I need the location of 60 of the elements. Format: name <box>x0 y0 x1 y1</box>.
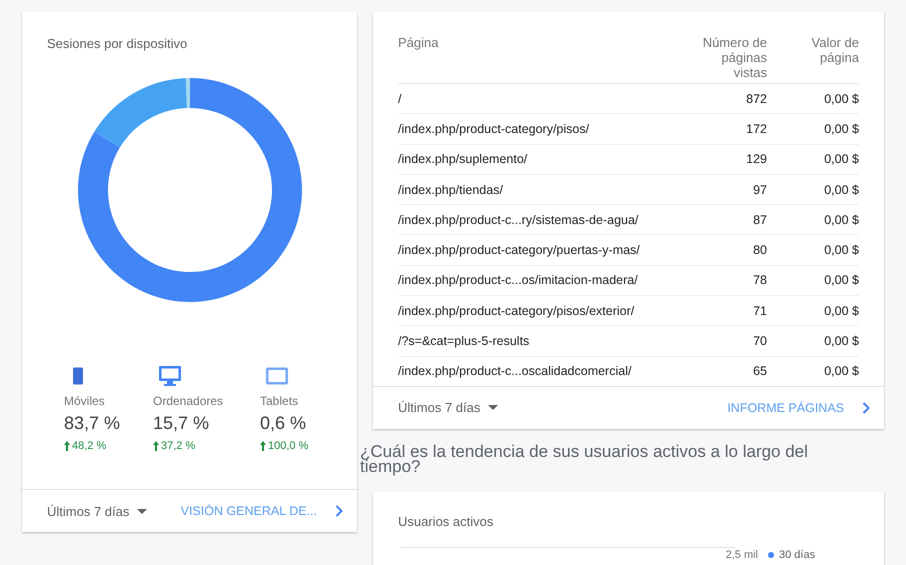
table-cell: /index.php/product-category/puertas-y-mas/ <box>398 234 675 266</box>
section-heading: ¿Cuál es la tendencia de sus usuarios activos a lo largo del tiempo? <box>360 440 809 478</box>
table-cell: 0,00 $ <box>767 114 859 144</box>
chevron-right-icon <box>862 402 870 414</box>
table-cell: 172 <box>675 114 767 144</box>
column-header: Número de páginas vistas <box>675 30 767 84</box>
phone-icon <box>70 366 86 386</box>
table-cell: 0,00 $ <box>767 84 859 114</box>
up-arrow-icon <box>64 441 70 451</box>
monitor-icon <box>159 366 181 386</box>
table-cell: /index.php/product-c...os/imitacion-madera/ <box>398 265 675 296</box>
table-cell: 78 <box>675 265 767 296</box>
column-header: Página <box>398 30 675 84</box>
table-cell: 0,00 $ <box>767 356 859 386</box>
device-label: Ordenadores <box>153 394 224 408</box>
table-cell: 872 <box>675 84 767 114</box>
table-cell: 0,00 $ <box>767 204 859 235</box>
device-label: Tablets <box>260 394 298 408</box>
table-cell: 0,00 $ <box>767 296 859 326</box>
card-title: Usuarios activos <box>397 512 494 529</box>
table-cell: 70 <box>675 326 767 356</box>
period-dropdown[interactable]: Últimos 7 días <box>398 400 498 416</box>
axis-label: 2,5 mil <box>724 548 758 561</box>
table-cell: /index.php/product-c...ry/sistemas-de-agua/ <box>398 204 675 235</box>
table-cell: 65 <box>675 356 767 386</box>
up-arrow-icon <box>153 441 159 451</box>
chevron-right-icon <box>335 505 343 517</box>
table-cell: 71 <box>675 296 767 326</box>
card-title: Sesiones por dispositivo <box>46 35 188 51</box>
table-cell: / <box>398 84 675 114</box>
table-cell: 0,00 $ <box>767 144 859 174</box>
legend-dot-icon <box>768 552 774 558</box>
table-cell: 87 <box>675 204 767 235</box>
caret-icon <box>137 508 148 514</box>
tablet-icon <box>266 366 288 386</box>
table-cell: 80 <box>675 234 767 266</box>
change-percentage: 48,2 % <box>72 440 106 452</box>
device-label: Móviles <box>64 394 105 408</box>
legend-label: 30 días <box>779 548 816 561</box>
table-cell: /?s=&cat=plus-5-results <box>398 326 675 356</box>
device-percentage: 0,6 % <box>260 413 306 434</box>
table-cell: /index.php/suplemento/ <box>398 144 675 174</box>
period-dropdown[interactable]: Últimos 7 días <box>47 504 148 518</box>
table-cell: /index.php/product-category/pisos/exterior/ <box>398 296 675 326</box>
caret-icon <box>488 405 498 410</box>
table-cell: 0,00 $ <box>767 265 859 296</box>
table-cell: /index.php/tiendas/ <box>398 174 675 205</box>
column-header: Valor de página <box>767 30 859 84</box>
table-cell: /index.php/product-category/pisos/ <box>398 114 675 144</box>
up-arrow-icon <box>260 441 266 451</box>
table-cell: 0,00 $ <box>767 234 859 266</box>
table-cell: /index.php/product-c...oscalidadcomercial/ <box>398 356 675 386</box>
change-percentage: 100,0 % <box>268 440 308 452</box>
table-cell: 0,00 $ <box>767 174 859 205</box>
device-percentage: 83,7 % <box>64 413 120 434</box>
table-cell: 0,00 $ <box>767 326 859 356</box>
table-cell: 129 <box>675 144 767 174</box>
table-cell: 97 <box>675 174 767 205</box>
change-percentage: 37,2 % <box>161 440 196 452</box>
device-percentage: 15,7 % <box>153 413 210 434</box>
